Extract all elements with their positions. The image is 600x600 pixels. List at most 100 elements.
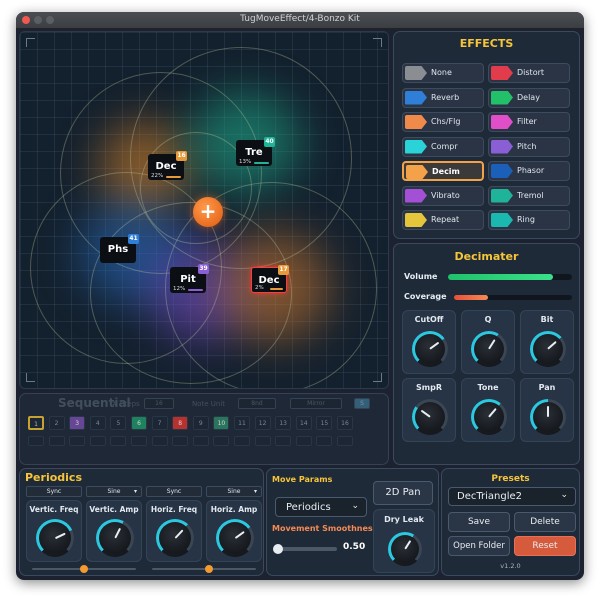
smoothness-handle[interactable]	[273, 544, 283, 554]
step-grid: 1 2 3 4 5 6 7 8 9 10 11 12 13 14 15 16	[20, 394, 388, 464]
effect-button-vibrato[interactable]: Vibrato	[402, 185, 484, 206]
step-row-cell[interactable]	[151, 436, 168, 446]
effect-node[interactable]: Phs 41	[100, 234, 139, 263]
preset-dropdown[interactable]: DecTriangle2 ⌄	[448, 487, 576, 506]
cutoff-knob[interactable]	[412, 331, 448, 367]
slider-handle[interactable]	[205, 565, 214, 573]
step-row-cell[interactable]	[192, 436, 209, 446]
effect-button-chsflg[interactable]: Chs/Flg	[402, 112, 484, 132]
effect-button-repeat[interactable]: Repeat	[402, 210, 484, 230]
decimater-panel: Decimater Volume Coverage CutOff Q Bit S…	[393, 243, 580, 465]
xy-movement-pad[interactable]: Dec 16 22% Tre 40 13% Phs 41 Pit 39 12% …	[19, 31, 389, 389]
vertic--amp-knob[interactable]	[96, 519, 134, 557]
effect-button-distort[interactable]: Distort	[488, 63, 570, 83]
effect-node[interactable]: Dec 16 22%	[148, 151, 187, 180]
movement-mode-dropdown[interactable]: Periodics ⌄	[275, 497, 367, 517]
effect-node-selected[interactable]: Dec 17 2%	[251, 265, 289, 293]
step-2[interactable]: 2	[48, 416, 65, 430]
effect-button-none[interactable]: None	[402, 63, 484, 83]
step-row-cell[interactable]	[234, 436, 250, 446]
step-1[interactable]: 1	[28, 416, 44, 430]
cursor-position-handle[interactable]: +	[193, 197, 223, 227]
step-7[interactable]: 7	[151, 416, 168, 430]
step-4[interactable]: 4	[89, 416, 106, 430]
effect-button-delay[interactable]: Delay	[488, 87, 570, 108]
delete-button[interactable]: Delete	[514, 512, 576, 532]
step-6[interactable]: 6	[131, 416, 147, 430]
effect-button-tremol[interactable]: Tremol	[488, 185, 570, 206]
horiz--amp-knob[interactable]	[216, 519, 254, 557]
step-row-cell[interactable]	[295, 436, 312, 446]
dry-leak-knob[interactable]	[388, 532, 422, 566]
node-level-bar	[188, 289, 203, 291]
step-11[interactable]: 11	[234, 416, 250, 430]
step-row-cell[interactable]	[213, 436, 230, 446]
effect-button-filter[interactable]: Filter	[488, 112, 570, 132]
waveform-dropdown[interactable]: Sine ▾	[86, 486, 142, 497]
volume-slider[interactable]	[448, 274, 572, 280]
effect-button-decim[interactable]: Decim	[402, 161, 484, 181]
step-row-cell[interactable]	[337, 436, 353, 446]
smoothness-slider[interactable]	[273, 544, 337, 554]
effect-button-pitch[interactable]: Pitch	[488, 136, 570, 157]
effect-button-label: Delay	[517, 92, 540, 102]
step-14[interactable]: 14	[295, 416, 312, 430]
save-button[interactable]: Save	[448, 512, 510, 532]
2d-pan-button[interactable]: 2D Pan	[373, 481, 433, 505]
effect-node[interactable]: Tre 40 13%	[236, 137, 275, 166]
node-badge: 41	[128, 234, 139, 244]
reset-button[interactable]: Reset	[514, 536, 576, 556]
step-row-cell[interactable]	[89, 436, 106, 446]
step-3[interactable]: 3	[69, 416, 86, 430]
step-16[interactable]: 16	[337, 416, 353, 430]
smpr-knob[interactable]	[412, 399, 448, 435]
vertic--freq-knob[interactable]	[36, 519, 74, 557]
step-row-cell[interactable]	[48, 436, 65, 446]
effect-color-swatch	[491, 139, 513, 154]
step-row-cell[interactable]	[110, 436, 127, 446]
waveform-dropdown[interactable]: Sine ▾	[206, 486, 262, 497]
effect-button-ring[interactable]: Ring	[488, 210, 570, 230]
effect-color-swatch	[405, 66, 427, 80]
horizontal-range-slider[interactable]	[152, 565, 256, 573]
step-row-cell[interactable]	[131, 436, 147, 446]
step-12[interactable]: 12	[254, 416, 271, 430]
step-row-cell[interactable]	[28, 436, 44, 446]
slider-handle[interactable]	[80, 565, 88, 573]
effect-button-reverb[interactable]: Reverb	[402, 87, 484, 108]
effect-button-label: Distort	[517, 68, 545, 77]
step-8[interactable]: 8	[172, 416, 189, 430]
sync-dropdown[interactable]: Sync	[26, 486, 82, 497]
effect-node[interactable]: Pit 39 12%	[170, 264, 209, 293]
pan-knob[interactable]	[530, 399, 566, 435]
step-10[interactable]: 10	[213, 416, 230, 430]
bit-knob[interactable]	[530, 331, 566, 367]
step-13[interactable]: 13	[275, 416, 292, 430]
node-percent: 12%	[173, 286, 186, 292]
sync-dropdown[interactable]: Sync	[146, 486, 202, 497]
coverage-slider[interactable]	[454, 295, 572, 300]
step-9[interactable]: 9	[192, 416, 209, 430]
tone-knob[interactable]	[471, 399, 507, 435]
q-knob[interactable]	[471, 331, 507, 367]
step-row-cell[interactable]	[254, 436, 271, 446]
step-row-cell[interactable]	[172, 436, 189, 446]
effect-color-swatch	[406, 165, 428, 179]
effect-button-compr[interactable]: Compr	[402, 136, 484, 157]
sequential-panel: Sequential # Steps 16 Note Unit 8nd Mirr…	[19, 393, 389, 465]
node-level-bar	[270, 288, 283, 290]
effect-color-swatch	[405, 90, 427, 105]
step-15[interactable]: 15	[316, 416, 333, 430]
step-5[interactable]: 5	[110, 416, 127, 430]
horiz--freq-knob[interactable]	[156, 519, 194, 557]
step-row-cell[interactable]	[316, 436, 333, 446]
effect-button-phasor[interactable]: Phasor	[488, 161, 570, 181]
effect-button-label: Phasor	[517, 166, 545, 175]
move-params-panel: Move Params Periodics ⌄ 2D Pan Movement …	[266, 468, 439, 576]
vertical-range-slider[interactable]	[32, 565, 136, 573]
step-row-cell[interactable]	[69, 436, 86, 446]
open-folder-button[interactable]: Open Folder	[448, 536, 510, 556]
chevron-down-icon: ⌄	[560, 490, 568, 500]
presets-title: Presets	[491, 474, 530, 484]
step-row-cell[interactable]	[275, 436, 292, 446]
